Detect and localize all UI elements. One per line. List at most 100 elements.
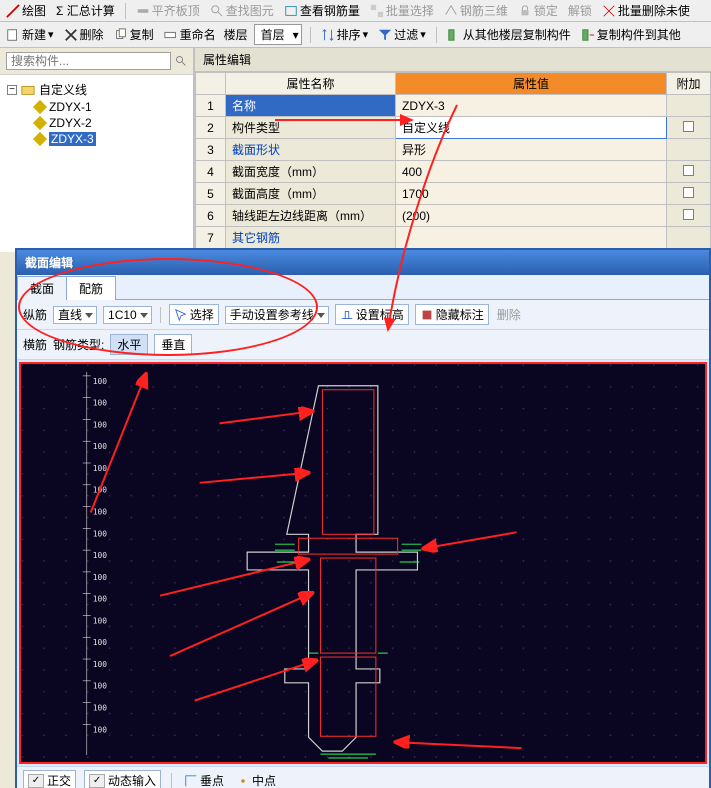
tree-root[interactable]: − 自定义线 [7,80,186,99]
diamond-icon [33,132,47,146]
batchsel-btn[interactable]: 批量选择 [368,2,436,19]
prop-value[interactable]: 1700 [396,183,667,205]
prop-value[interactable]: ZDYX-3 [396,95,667,117]
rownum: 6 [196,205,226,227]
label: 中点 [252,772,276,788]
osnap-mid[interactable]: 中点 [234,772,278,788]
vertical-seg[interactable]: 垂直 [154,334,192,355]
ortho-toggle[interactable]: ✓正交 [23,770,76,788]
svg-text:100: 100 [93,529,108,538]
flat-btn[interactable]: 平齐板顶 [134,2,202,19]
label: 新建 [22,26,46,43]
prop-extra[interactable] [667,117,711,139]
prop-extra[interactable] [667,161,711,183]
prop-name[interactable]: 其它钢筋 [226,227,396,249]
viewbar-btn[interactable]: 查看钢筋量 [282,2,362,19]
prop-value[interactable]: (200) [396,205,667,227]
tree-item[interactable]: ZDYX-3 [7,131,186,147]
set-elev-btn[interactable]: 设置标高 [335,304,409,325]
label: 隐藏标注 [436,306,484,323]
prop-value[interactable]: 400 [396,161,667,183]
copyto-btn[interactable]: 复制构件到其他 [579,26,683,43]
prop-name: 构件类型 [226,117,396,139]
toolbar-main-2: 新建 ▾ 删除 复制 重命名 楼层 首层▾ 排序 ▾ 过滤 ▾ 从其他楼层复制构… [0,22,711,48]
collapse-icon[interactable]: − [7,85,17,95]
main-split: − 自定义线 ZDYX-1 ZDYX-2 ZDYX-3 属 [0,48,711,252]
label: 设置标高 [356,306,404,323]
rename-btn[interactable]: 重命名 [162,26,218,43]
table-row[interactable]: 6 轴线距左边线距离（mm） (200) [196,205,711,227]
sum-btn[interactable]: Σ 汇总计算 [54,2,117,19]
table-row[interactable]: 7 其它钢筋 [196,227,711,249]
sort-btn[interactable]: 排序 ▾ [319,26,371,43]
chevron-down-icon: ▾ [48,28,54,41]
tab-section[interactable]: 截面 [17,276,67,300]
delete-rebar-btn[interactable]: 删除 [495,306,523,323]
svg-text:100: 100 [93,420,108,429]
prop-name[interactable]: 截面形状 [226,139,396,161]
label: 查找图元 [226,2,274,19]
draw-btn[interactable]: 绘图 [4,2,48,19]
prop-value[interactable]: 异形 [396,139,667,161]
label: 批量删除未使 [618,2,690,19]
tree-item[interactable]: ZDYX-2 [7,115,186,131]
editor-tabs: 截面 配筋 [17,275,709,300]
select-btn[interactable]: 选择 [169,304,219,325]
tab-rebar[interactable]: 配筋 [66,276,116,300]
section-canvas[interactable]: 1001001001001001001001001001001001001001… [19,362,707,764]
label: 从其他楼层复制构件 [463,26,571,43]
diamond-icon [33,100,47,114]
rownum: 4 [196,161,226,183]
editor-status-bar: ✓正交 ✓动态输入 垂点 中点 [17,766,709,788]
svg-text:100: 100 [93,551,108,560]
batchdel-btn[interactable]: 批量删除未使 [600,2,692,19]
label: 查看钢筋量 [300,2,360,19]
table-row[interactable]: 3 截面形状 异形 [196,139,711,161]
search-icon[interactable] [175,54,187,68]
editor-toolbar-2: 横筋 钢筋类型: 水平 垂直 [17,330,709,360]
prop-value[interactable] [396,227,667,249]
horizontal-seg[interactable]: 水平 [110,334,148,355]
label: 绘图 [22,2,46,19]
svg-text:100: 100 [93,399,108,408]
line-type-select[interactable]: 直线 [53,306,97,324]
new-btn[interactable]: 新建 ▾ [4,26,56,43]
find-btn[interactable]: 查找图元 [208,2,276,19]
property-panel: 属性编辑 属性名称 属性值 附加 1 名称 ZDYX-3 2 构件类型 [195,48,711,252]
dyninput-toggle[interactable]: ✓动态输入 [84,770,161,788]
lock-btn[interactable]: 锁定 [516,2,560,19]
table-row[interactable]: 5 截面高度（mm） 1700 [196,183,711,205]
rebar-spec-select[interactable]: 1C10 [103,306,152,324]
copyfrom-btn[interactable]: 从其他楼层复制构件 [445,26,573,43]
tree-root-label: 自定义线 [39,81,87,98]
prop-extra[interactable] [667,183,711,205]
prop-value[interactable]: 自定义线 [396,117,667,139]
table-row[interactable]: 4 截面宽度（mm） 400 [196,161,711,183]
tree-item[interactable]: ZDYX-1 [7,99,186,115]
floor-label: 楼层 [224,26,248,43]
unlock-btn[interactable]: 解锁 [566,2,594,19]
prop-name: 名称 [226,95,396,117]
delete-btn[interactable]: 删除 [62,26,106,43]
hide-annotation-btn[interactable]: 隐藏标注 [415,304,489,325]
bar3d-btn[interactable]: 钢筋三维 [442,2,510,19]
label: 复制 [130,26,154,43]
svg-text:100: 100 [93,464,108,473]
table-row[interactable]: 2 构件类型 自定义线 [196,117,711,139]
section-svg: 1001001001001001001001001001001001001001… [21,364,705,762]
search-input[interactable] [6,52,171,70]
transverse-label: 横筋 [23,336,47,353]
filter-btn[interactable]: 过滤 ▾ [376,26,428,43]
svg-text:100: 100 [93,725,108,734]
prop-extra[interactable] [667,205,711,227]
osnap-perp[interactable]: 垂点 [182,772,226,788]
rownum: 5 [196,183,226,205]
refline-select[interactable]: 手动设置参考线 [225,306,329,324]
label: 动态输入 [108,772,156,788]
table-row[interactable]: 1 名称 ZDYX-3 [196,95,711,117]
floor-select[interactable]: 首层▾ [254,24,302,45]
copy-btn[interactable]: 复制 [112,26,156,43]
editor-toolbar-1: 纵筋 直线 1C10 选择 手动设置参考线 设置标高 隐藏标注 删除 [17,300,709,330]
label: 重命名 [180,26,216,43]
label: 批量选择 [386,2,434,19]
